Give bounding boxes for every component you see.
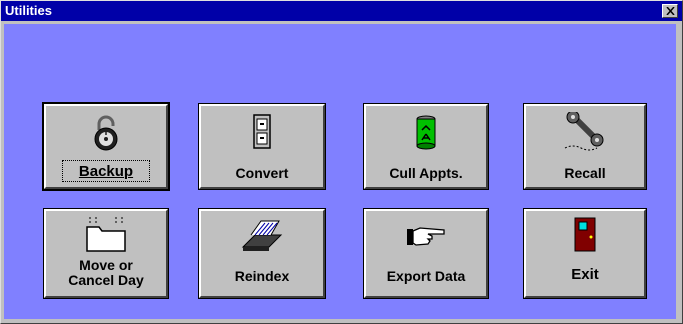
telephone-icon bbox=[564, 112, 604, 151]
convert-label: Convert bbox=[235, 165, 289, 181]
pointing-hand-icon bbox=[407, 227, 445, 246]
folder-icon bbox=[86, 217, 126, 252]
close-icon bbox=[666, 7, 675, 15]
reindex-button[interactable]: Reindex bbox=[198, 208, 326, 299]
reindex-label: Reindex bbox=[234, 268, 290, 284]
convert-button[interactable]: Convert bbox=[198, 103, 326, 190]
move-or-cancel-day-label: Move or Cancel Day bbox=[68, 257, 144, 288]
backup-button[interactable]: Backup bbox=[42, 102, 170, 191]
export-data-label: Export Data bbox=[386, 268, 466, 284]
door-icon bbox=[574, 217, 596, 252]
window-title: Utilities bbox=[5, 3, 52, 18]
utilities-panel: Backup Convert Cull Appts. Recall Move o… bbox=[4, 24, 676, 319]
card-file-icon bbox=[241, 220, 283, 251]
recall-label: Recall bbox=[564, 165, 606, 181]
cull-appts-label: Cull Appts. bbox=[389, 165, 463, 181]
exit-button[interactable]: Exit bbox=[523, 208, 647, 299]
recall-button[interactable]: Recall bbox=[523, 103, 647, 190]
backup-label: Backup bbox=[78, 163, 134, 180]
file-cabinet-icon bbox=[253, 114, 271, 149]
exit-label: Exit bbox=[571, 266, 599, 283]
padlock-icon bbox=[94, 115, 118, 151]
move-or-cancel-day-button[interactable]: Move or Cancel Day bbox=[43, 208, 169, 299]
title-bar[interactable]: Utilities bbox=[1, 1, 682, 21]
cull-appts-button[interactable]: Cull Appts. bbox=[363, 103, 489, 190]
utilities-window: Utilities Backup Convert Cull Appts. Rec… bbox=[0, 0, 683, 324]
recycle-bin-icon bbox=[416, 115, 436, 150]
export-data-button[interactable]: Export Data bbox=[363, 208, 489, 299]
close-button[interactable] bbox=[662, 4, 678, 18]
